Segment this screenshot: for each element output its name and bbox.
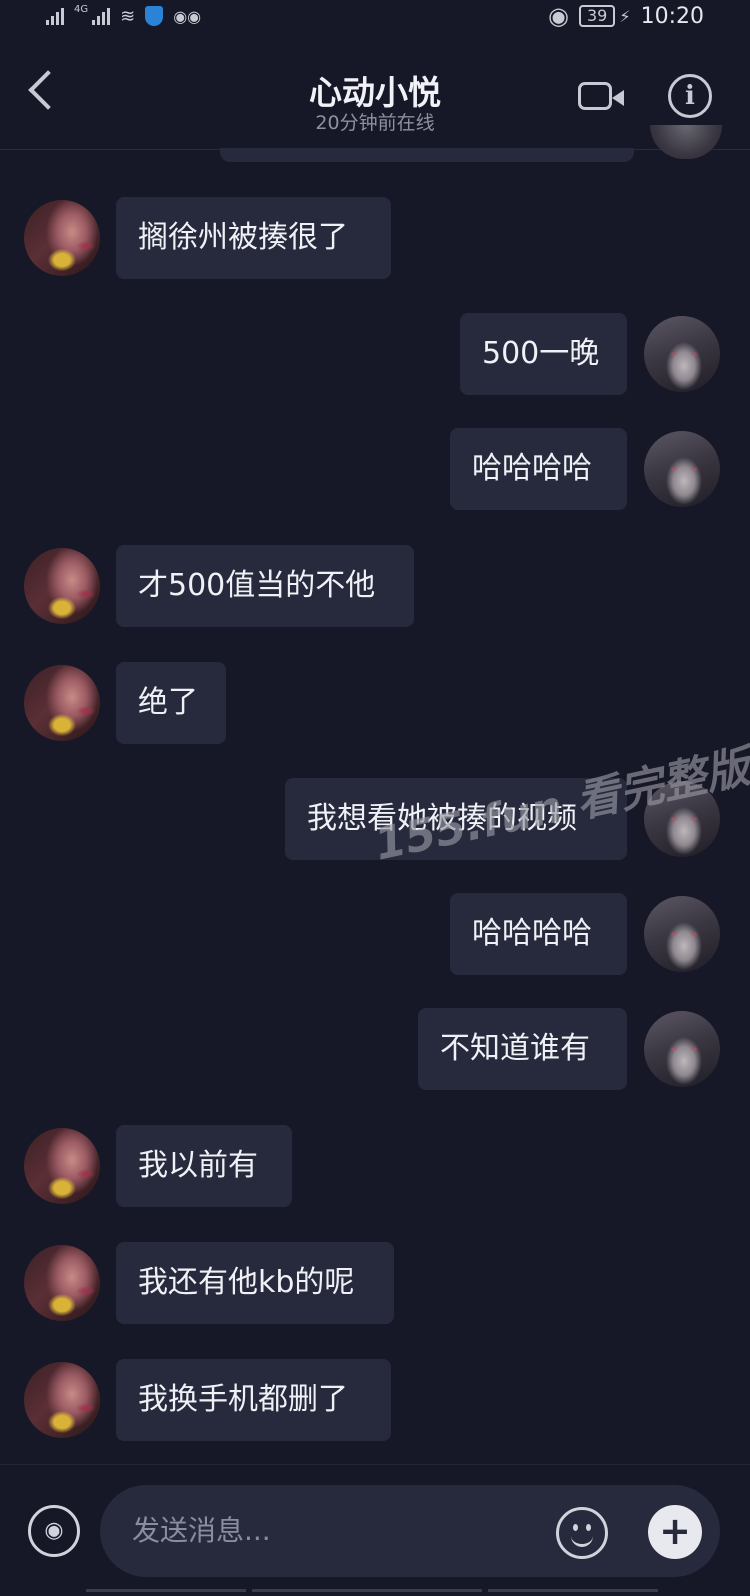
battery-icon: 39 (579, 5, 616, 27)
message-input[interactable]: 发送消息... + (100, 1485, 720, 1577)
network-type: 4G (74, 3, 89, 15)
message-row: 我还有他kb的呢 (0, 1242, 750, 1324)
clock: 10:20 (640, 3, 704, 29)
status-left: 4G ≋ ◉◉ (46, 3, 202, 27)
message-row: 哈哈哈哈 (0, 428, 750, 510)
message-bubble[interactable]: 绝了 (116, 662, 226, 744)
contact-name: 心动小悦 (309, 73, 441, 112)
emoji-icon[interactable] (556, 1507, 608, 1559)
chat-header: 心动小悦 20分钟前在线 i (0, 32, 750, 150)
wifi-icon: ≋ (120, 5, 136, 27)
video-camera-icon[interactable] (578, 82, 624, 110)
avatar[interactable] (24, 1245, 100, 1321)
keyboard-hint-bars (86, 1577, 666, 1592)
message-row: 500一晚 (0, 313, 750, 395)
avatar[interactable] (24, 548, 100, 624)
avatar[interactable] (24, 1362, 100, 1438)
avatar[interactable] (644, 431, 720, 507)
status-right: ◉ 39 ⚡ 10:20 (548, 2, 704, 30)
plus-icon[interactable]: + (648, 1505, 702, 1559)
message-bubble[interactable]: 我以前有 (116, 1125, 292, 1207)
partial-message-bubble (220, 148, 634, 162)
message-row: 我换手机都删了 (0, 1359, 750, 1441)
avatar[interactable] (644, 896, 720, 972)
avatar[interactable] (644, 1011, 720, 1087)
eye-icon: ◉ (548, 2, 569, 30)
online-status: 20分钟前在线 (315, 112, 435, 134)
message-row: 不知道谁有 (0, 1008, 750, 1090)
shield-icon (145, 6, 164, 26)
signal-icon-2 (92, 7, 111, 25)
avatar[interactable] (24, 665, 100, 741)
message-bubble[interactable]: 500一晚 (460, 313, 627, 395)
message-bubble[interactable]: 我换手机都删了 (116, 1359, 391, 1441)
message-bubble[interactable]: 哈哈哈哈 (450, 893, 627, 975)
message-row: 我以前有 (0, 1125, 750, 1207)
message-bubble[interactable]: 搁徐州被揍很了 (116, 197, 391, 279)
message-row: 哈哈哈哈 (0, 893, 750, 975)
voice-icon[interactable]: ◉ (28, 1505, 80, 1557)
message-input-placeholder: 发送消息... (132, 1514, 271, 1547)
avatar[interactable] (24, 1128, 100, 1204)
signal-icon (46, 7, 64, 25)
avatar[interactable] (24, 200, 100, 276)
avatar[interactable] (650, 125, 722, 159)
info-icon[interactable]: i (668, 74, 712, 118)
status-bar: 4G ≋ ◉◉ ◉ 39 ⚡ 10:20 (0, 0, 750, 32)
message-row: 绝了 (0, 662, 750, 744)
charging-icon: ⚡ (619, 6, 631, 26)
message-bubble[interactable]: 哈哈哈哈 (450, 428, 627, 510)
message-row: 才500值当的不他 (0, 545, 750, 627)
composer-bar: ◉ 发送消息... + (0, 1464, 750, 1592)
message-bubble[interactable]: 才500值当的不他 (116, 545, 414, 627)
message-bubble[interactable]: 我还有他kb的呢 (116, 1242, 394, 1324)
message-row: 搁徐州被揍很了 (0, 197, 750, 279)
wechat-icon: ◉◉ (173, 6, 202, 26)
avatar[interactable] (644, 316, 720, 392)
message-bubble[interactable]: 不知道谁有 (418, 1008, 627, 1090)
